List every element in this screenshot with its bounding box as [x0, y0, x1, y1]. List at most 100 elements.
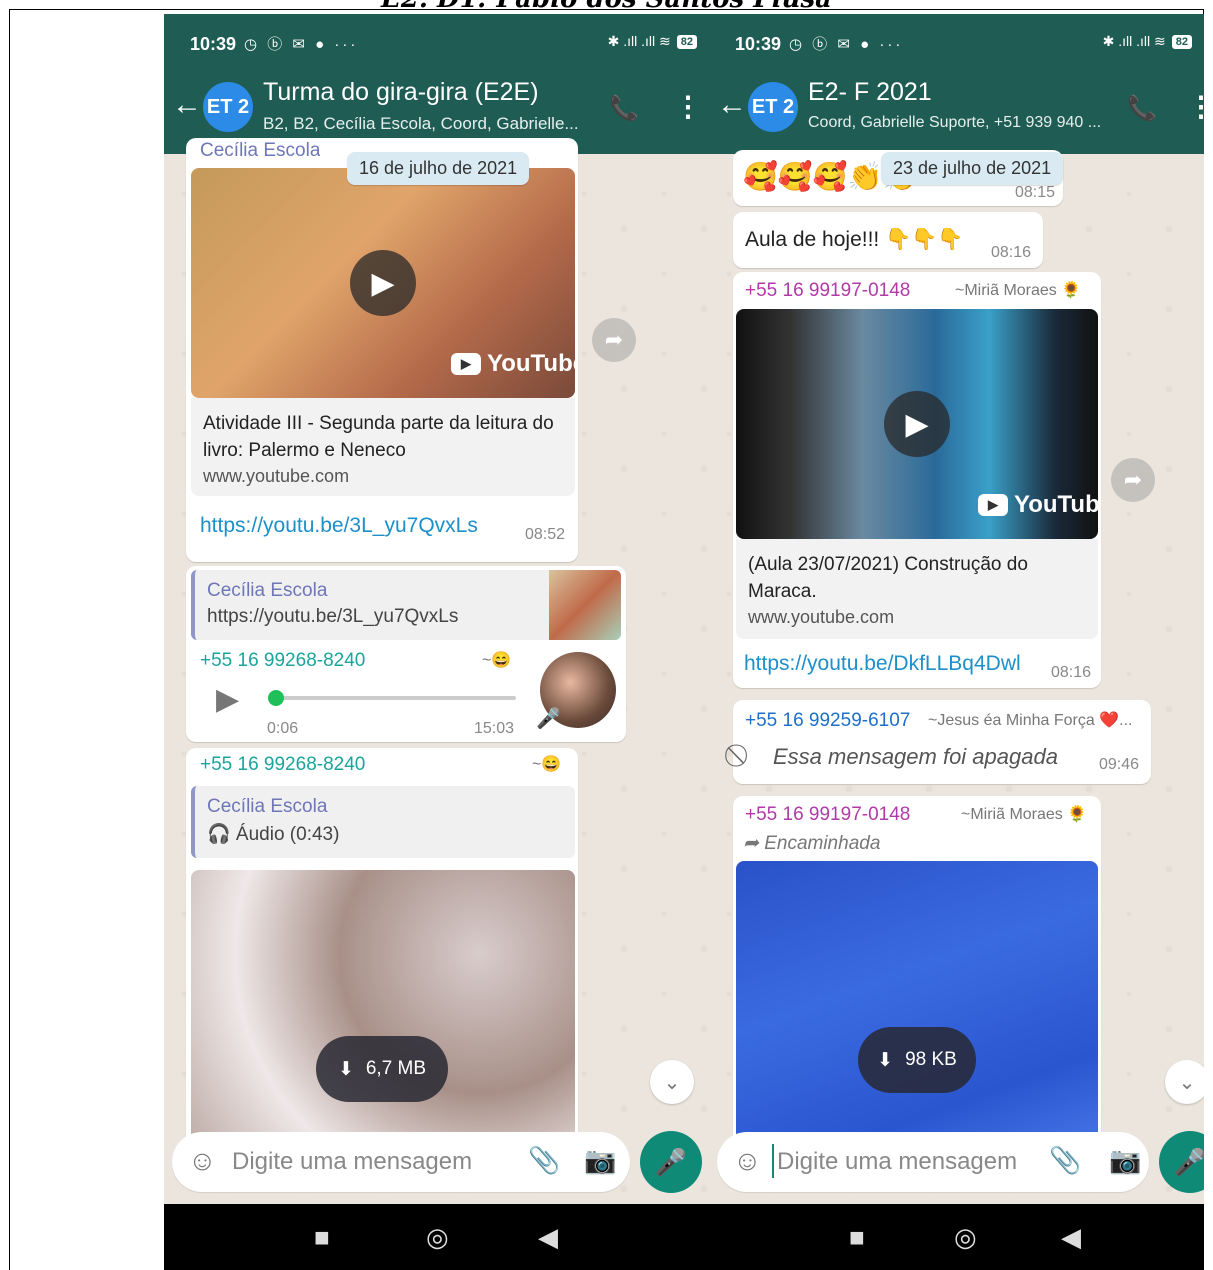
battery-icon: 82: [1171, 34, 1192, 49]
recents-icon[interactable]: ■: [849, 1222, 865, 1253]
phone-screenshot-left: 10:39 ◷ ⓑ ✉ ● ··· ✱ .ıll .ıll ≋ 82 ← ET …: [164, 14, 709, 1270]
message-bubble-youtube[interactable]: Cecília Escola ▶ ▶ YouTube Atividade III …: [186, 138, 578, 562]
sender-name: Cecília Escola: [200, 140, 321, 160]
chat-title[interactable]: E2- F 2021: [808, 78, 932, 107]
audio-play-icon[interactable]: ▶: [216, 682, 239, 717]
more-options-icon[interactable]: ⋮: [1187, 90, 1204, 123]
scroll-down-icon[interactable]: ⌄: [1165, 1060, 1204, 1104]
deleted-message-text: Essa mensagem foi apagada: [773, 744, 1058, 769]
message-bubble-forwarded-image[interactable]: +55 16 99197-0148 ~Miriã Moraes 🌻 ➦ Enca…: [733, 796, 1101, 1176]
download-button[interactable]: ⬇ 6,7 MB: [316, 1036, 448, 1102]
text-cursor: [772, 1144, 774, 1178]
message-bubble-deleted[interactable]: +55 16 99259-6107 ~Jesus éa Minha Força …: [733, 700, 1151, 784]
scroll-down-icon[interactable]: ⌄: [650, 1060, 694, 1104]
preview-domain: www.youtube.com: [203, 466, 350, 486]
date-chip: 23 de julho de 2021: [881, 152, 1064, 185]
message-time: 08:16: [991, 244, 1032, 261]
download-size: 6,7 MB: [365, 1058, 427, 1079]
attach-icon[interactable]: 📎: [1049, 1145, 1081, 1176]
image-thumbnail[interactable]: ⬇ 6,7 MB: [191, 870, 575, 1150]
attach-icon[interactable]: 📎: [528, 1145, 560, 1176]
more-options-icon[interactable]: ⋮: [674, 90, 702, 123]
message-bubble-youtube[interactable]: +55 16 99197-0148 ~Miriã Moraes 🌻 ▶ ▶ You…: [733, 272, 1101, 688]
home-icon[interactable]: ◎: [954, 1222, 977, 1253]
youtube-logo: ▶ YouTube: [451, 350, 575, 378]
quoted-message[interactable]: Cecília Escola https://youtu.be/3L_yu7Qv…: [191, 570, 621, 640]
back-arrow-icon[interactable]: ←: [717, 88, 747, 122]
video-thumbnail[interactable]: ▶ ▶ YouTube: [191, 168, 575, 398]
youtube-wordmark: YouTube: [487, 350, 575, 377]
download-size: 98 KB: [905, 1049, 957, 1070]
message-time: 08:15: [1015, 184, 1056, 201]
back-nav-icon[interactable]: ◀: [1061, 1222, 1081, 1253]
youtube-wordmark: YouTube: [1014, 491, 1098, 518]
group-avatar[interactable]: ET 2: [203, 82, 253, 132]
message-input[interactable]: ☺ Digite uma mensagem 📎 📷: [172, 1132, 630, 1192]
audio-progress-knob[interactable]: [268, 690, 284, 706]
audio-progress-track[interactable]: [274, 696, 516, 700]
mic-button[interactable]: 🎤: [640, 1131, 702, 1193]
signal-icon: ✱ .ıll .ıll ≋: [607, 33, 671, 49]
audio-elapsed: 0:06: [267, 720, 299, 737]
youtube-play-icon: ▶: [451, 353, 481, 375]
add-call-icon[interactable]: 📞: [609, 94, 639, 123]
message-bubble-image[interactable]: +55 16 99268-8240 ~😄 Cecília Escola 🎧 Áu…: [186, 748, 578, 1168]
sender-phone[interactable]: +55 16 99268-8240: [200, 650, 365, 672]
message-link[interactable]: https://youtu.be/DkfLLBq4Dwl: [744, 652, 1021, 676]
youtube-logo: ▶ YouTube: [978, 491, 1098, 519]
home-icon[interactable]: ◎: [426, 1222, 449, 1253]
status-right: ✱ .ıll .ıll ≋ 82: [1103, 33, 1192, 50]
recents-icon[interactable]: ■: [314, 1222, 330, 1253]
quoted-message[interactable]: Cecília Escola 🎧 Áudio (0:43): [191, 786, 575, 858]
add-call-icon[interactable]: 📞: [1127, 94, 1157, 123]
status-right: ✱ .ıll .ıll ≋ 82: [608, 33, 697, 50]
sender-phone[interactable]: +55 16 99268-8240: [200, 754, 365, 776]
group-avatar[interactable]: ET 2: [748, 82, 798, 132]
notification-icons: ◷ ⓑ ✉ ● ···: [789, 36, 904, 53]
video-thumbnail[interactable]: ▶ ▶ YouTube: [736, 309, 1098, 539]
image-thumbnail[interactable]: ⬇ 98 KB: [736, 861, 1098, 1161]
quoted-text: 🎧 Áudio (0:43): [207, 824, 340, 845]
status-bar: 10:39 ◷ ⓑ ✉ ● ··· ✱ .ıll .ıll ≋ 82: [709, 14, 1204, 66]
sender-nickname: ~Jesus éa Minha Força ❤️...: [928, 712, 1133, 729]
sender-phone[interactable]: +55 16 99197-0148: [745, 804, 910, 826]
back-arrow-icon[interactable]: ←: [172, 88, 202, 122]
message-text: Aula de hoje!!! 👇👇👇: [745, 228, 964, 251]
forwarded-text: Encaminhada: [764, 833, 881, 854]
message-bubble-text[interactable]: Aula de hoje!!! 👇👇👇 08:16: [733, 212, 1043, 268]
emoji-icon[interactable]: ☺: [733, 1145, 762, 1177]
sender-phone[interactable]: +55 16 99259-6107: [745, 710, 910, 732]
voice-mic-icon: 🎤: [536, 708, 561, 730]
message-placeholder: Digite uma mensagem: [777, 1148, 1018, 1175]
chat-participants[interactable]: B2, B2, Cecília Escola, Coord, Gabrielle…: [263, 114, 579, 134]
camera-icon[interactable]: 📷: [1109, 1145, 1141, 1176]
youtube-play-icon: ▶: [978, 494, 1008, 516]
play-icon[interactable]: ▶: [884, 391, 950, 457]
forwarded-icon: ➦: [743, 833, 765, 854]
document-title: E2. D1: Pablo dos Santos Fiusa: [0, 0, 1213, 14]
preview-title: (Aula 23/07/2021) Construção do Maraca.: [748, 554, 1028, 602]
message-input[interactable]: ☺ Digite uma mensagem 📎 📷: [717, 1132, 1149, 1192]
message-time: 08:16: [1051, 664, 1092, 681]
signal-icon: ✱ .ıll .ıll ≋: [1102, 33, 1166, 49]
forward-icon[interactable]: ➦: [1111, 458, 1155, 502]
download-button[interactable]: ⬇ 98 KB: [858, 1027, 976, 1093]
quoted-sender: Cecília Escola: [207, 796, 328, 817]
link-preview[interactable]: (Aula 23/07/2021) Construção do Maraca. …: [736, 539, 1098, 639]
message-bubble-audio[interactable]: Cecília Escola https://youtu.be/3L_yu7Qv…: [186, 566, 626, 742]
sender-phone[interactable]: +55 16 99197-0148: [745, 280, 910, 302]
forwarded-label: ➦ Encaminhada: [743, 832, 880, 855]
date-chip: 16 de julho de 2021: [347, 152, 530, 185]
chat-title[interactable]: Turma do gira-gira (E2E): [263, 78, 539, 107]
back-nav-icon[interactable]: ◀: [538, 1222, 558, 1253]
link-preview[interactable]: Atividade III - Segunda parte da leitura…: [191, 398, 575, 496]
chat-participants[interactable]: Coord, Gabrielle Suporte, +51 939 940 ..…: [808, 114, 1101, 132]
emoji-icon[interactable]: ☺: [188, 1145, 217, 1177]
message-link[interactable]: https://youtu.be/3L_yu7QvxLs: [200, 514, 478, 538]
forward-icon[interactable]: ➦: [592, 318, 636, 362]
camera-icon[interactable]: 📷: [584, 1145, 616, 1176]
message-placeholder: Digite uma mensagem: [232, 1148, 473, 1175]
play-icon[interactable]: ▶: [350, 250, 416, 316]
preview-title: Atividade III - Segunda parte da leitura…: [203, 413, 554, 461]
phone-screenshot-right: 10:39 ◷ ⓑ ✉ ● ··· ✱ .ıll .ıll ≋ 82 ← ET …: [709, 14, 1204, 1270]
